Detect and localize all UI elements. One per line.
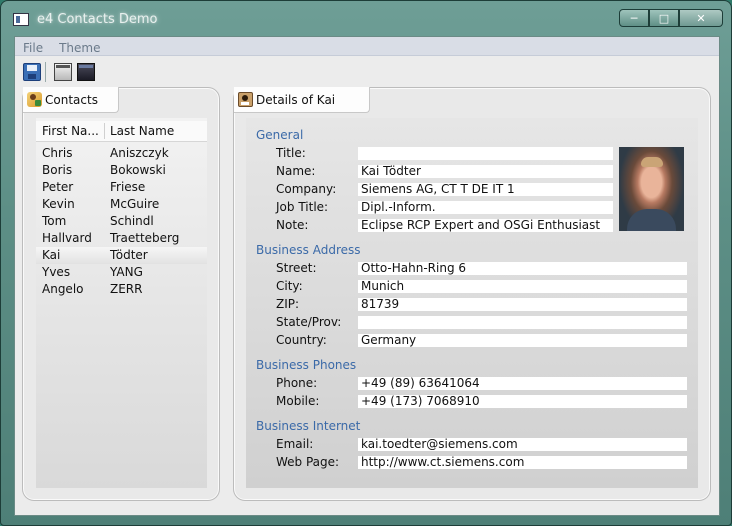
menu-theme[interactable]: Theme bbox=[51, 39, 108, 57]
table-row[interactable]: Kevin McGuire bbox=[36, 196, 207, 213]
first-name: Kai bbox=[42, 248, 61, 262]
column-divider[interactable] bbox=[104, 123, 105, 139]
column-last-name[interactable]: Last Name bbox=[110, 121, 174, 141]
table-header: First Na... Last Name bbox=[36, 121, 207, 142]
title-field[interactable] bbox=[358, 147, 613, 160]
contact-card-icon bbox=[238, 92, 253, 107]
section-business-internet: Business Internet bbox=[256, 419, 361, 433]
app-icon bbox=[13, 13, 29, 26]
tab-details[interactable]: Details of Kai Tödter bbox=[234, 87, 370, 133]
first-name: Kevin bbox=[42, 197, 75, 211]
title-label: Title: bbox=[276, 146, 306, 160]
city-label: City: bbox=[276, 279, 303, 293]
last-name: YANG bbox=[110, 265, 143, 279]
city-field[interactable]: Munich bbox=[358, 280, 687, 293]
contacts-table[interactable]: First Na... Last Name Chris Aniszczyk Bor… bbox=[36, 118, 207, 488]
close-button[interactable]: ✕ bbox=[679, 9, 723, 27]
section-general: General bbox=[256, 128, 304, 142]
menu-file[interactable]: File bbox=[15, 39, 51, 57]
contacts-icon bbox=[27, 92, 42, 107]
last-name: Bokowski bbox=[110, 163, 166, 177]
window-title: e4 Contacts Demo bbox=[37, 12, 158, 27]
phone-label: Phone: bbox=[276, 376, 318, 390]
last-name: McGuire bbox=[110, 197, 160, 211]
table-row[interactable]: Yves YANG bbox=[36, 264, 207, 281]
job-title-field[interactable]: Dipl.-Inform. bbox=[358, 201, 613, 214]
theme-gray-icon[interactable] bbox=[54, 63, 72, 81]
client-area: FileTheme Contacts List First Na... Last… bbox=[14, 36, 720, 516]
mobile-label: Mobile: bbox=[276, 394, 320, 408]
first-name: Angelo bbox=[42, 282, 84, 296]
section-business-address: Business Address bbox=[256, 243, 361, 257]
table-row[interactable]: Tom Schindl bbox=[36, 213, 207, 230]
first-name: Tom bbox=[42, 214, 67, 228]
last-name: Friese bbox=[110, 180, 146, 194]
window-controls: ─ □ ✕ bbox=[619, 9, 723, 27]
section-business-phones: Business Phones bbox=[256, 358, 357, 372]
last-name: Tödter bbox=[110, 248, 148, 262]
theme-dark-icon[interactable] bbox=[77, 63, 95, 81]
street-field[interactable]: Otto-Hahn-Ring 6 bbox=[358, 262, 687, 275]
web-page-field[interactable]: http://www.ct.siemens.com bbox=[358, 456, 687, 469]
last-name: Aniszczyk bbox=[110, 146, 169, 160]
save-icon[interactable] bbox=[23, 63, 41, 81]
mobile-field[interactable]: +49 (173) 7068910 bbox=[358, 395, 687, 408]
contact-rows: Chris Aniszczyk Boris Bokowski Peter Friese… bbox=[36, 145, 207, 298]
zip-label: ZIP: bbox=[276, 297, 300, 311]
country-field[interactable]: Germany bbox=[358, 334, 687, 347]
title-bar[interactable]: e4 Contacts Demo ─ □ ✕ bbox=[1, 1, 731, 35]
contact-photo bbox=[619, 147, 684, 231]
company-field[interactable]: Siemens AG, CT T DE IT 1 bbox=[358, 183, 613, 196]
contacts-panel: Contacts List First Na... Last Name Chri… bbox=[22, 87, 220, 501]
first-name: Yves bbox=[42, 265, 71, 279]
menu-bar: File Theme bbox=[15, 37, 719, 56]
minimize-button[interactable]: ─ bbox=[619, 9, 649, 27]
last-name: Traetteberg bbox=[110, 231, 180, 245]
table-row-selected[interactable]: Kai Tödter bbox=[36, 247, 207, 264]
app-window: e4 Contacts Demo ─ □ ✕ File Theme Contact… bbox=[0, 0, 732, 526]
first-name: Peter bbox=[42, 180, 74, 194]
note-label: Note: bbox=[276, 218, 309, 232]
details-form: General Title: Name: Kai Tödter Company:… bbox=[246, 118, 698, 488]
job-title-label: Job Title: bbox=[276, 200, 329, 214]
column-first-name[interactable]: First Na... bbox=[42, 121, 102, 141]
maximize-button[interactable]: □ bbox=[649, 9, 679, 27]
toolbar-separator bbox=[45, 62, 46, 82]
table-row[interactable]: Hallvard Traetteberg bbox=[36, 230, 207, 247]
country-label: Country: bbox=[276, 333, 327, 347]
phone-field[interactable]: +49 (89) 63641064 bbox=[358, 377, 687, 390]
details-panel: Details of Kai Tödter General Title: Nam… bbox=[233, 87, 711, 501]
company-label: Company: bbox=[276, 182, 337, 196]
first-name: Boris bbox=[42, 163, 73, 177]
last-name: ZERR bbox=[110, 282, 143, 296]
table-row[interactable]: Boris Bokowski bbox=[36, 162, 207, 179]
email-label: Email: bbox=[276, 437, 314, 451]
state-label: State/Prov: bbox=[276, 315, 342, 329]
name-label: Name: bbox=[276, 164, 316, 178]
toolbar bbox=[15, 56, 719, 86]
note-field[interactable]: Eclipse RCP Expert and OSGi Enthusiast bbox=[358, 219, 613, 232]
first-name: Hallvard bbox=[42, 231, 92, 245]
last-name: Schindl bbox=[110, 214, 154, 228]
tab-contacts-list[interactable]: Contacts List bbox=[23, 87, 119, 133]
table-row[interactable]: Peter Friese bbox=[36, 179, 207, 196]
web-page-label: Web Page: bbox=[276, 455, 340, 469]
table-row[interactable]: Chris Aniszczyk bbox=[36, 145, 207, 162]
table-row[interactable]: Angelo ZERR bbox=[36, 281, 207, 298]
first-name: Chris bbox=[42, 146, 73, 160]
email-field[interactable]: kai.toedter@siemens.com bbox=[358, 438, 687, 451]
name-field[interactable]: Kai Tödter bbox=[358, 165, 613, 178]
street-label: Street: bbox=[276, 261, 317, 275]
zip-field[interactable]: 81739 bbox=[358, 298, 687, 311]
state-field[interactable] bbox=[358, 316, 687, 329]
